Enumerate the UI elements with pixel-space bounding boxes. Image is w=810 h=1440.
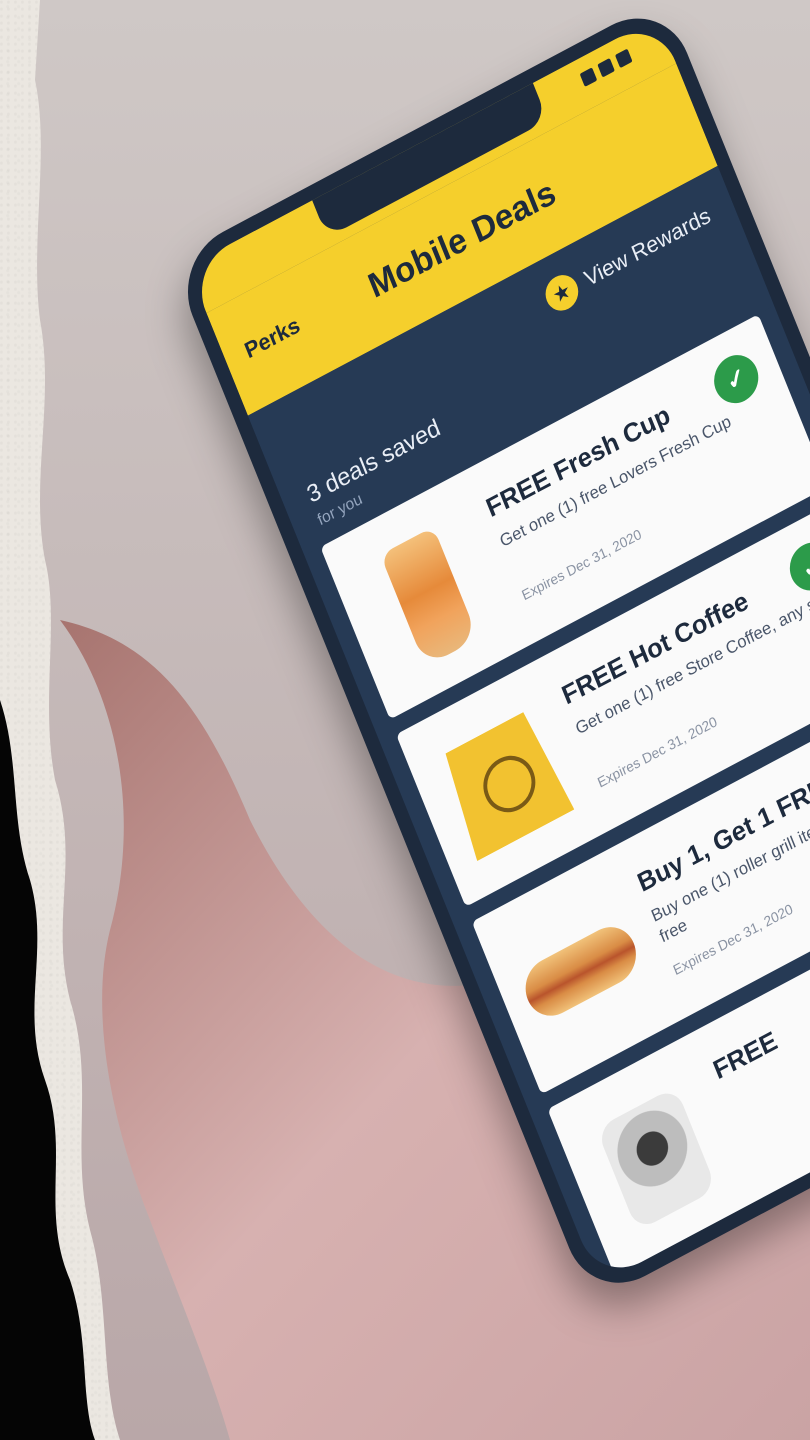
saved-check-icon[interactable]: ✓ <box>782 534 810 599</box>
hotdog-image <box>517 917 645 1026</box>
coffee-cup-image <box>436 707 575 861</box>
back-button[interactable]: Perks <box>241 312 304 364</box>
deal-image <box>347 506 511 688</box>
battery-icon <box>614 48 633 69</box>
deal-image <box>499 880 663 1062</box>
deal-image <box>423 693 587 875</box>
back-label: Perks <box>240 311 304 364</box>
wifi-icon <box>597 57 615 78</box>
deal-title: FREE <box>708 1024 782 1086</box>
sandwich-image <box>596 1086 717 1232</box>
rewards-icon: ★ <box>540 269 584 317</box>
deal-image <box>575 1068 739 1250</box>
signal-icon <box>579 67 598 87</box>
deal-expiry: Expires Dec 31, 2020 <box>595 712 720 791</box>
parfait-image <box>380 526 479 667</box>
deal-expiry: Expires Dec 31, 2020 <box>519 525 644 604</box>
status-icons <box>579 48 633 87</box>
